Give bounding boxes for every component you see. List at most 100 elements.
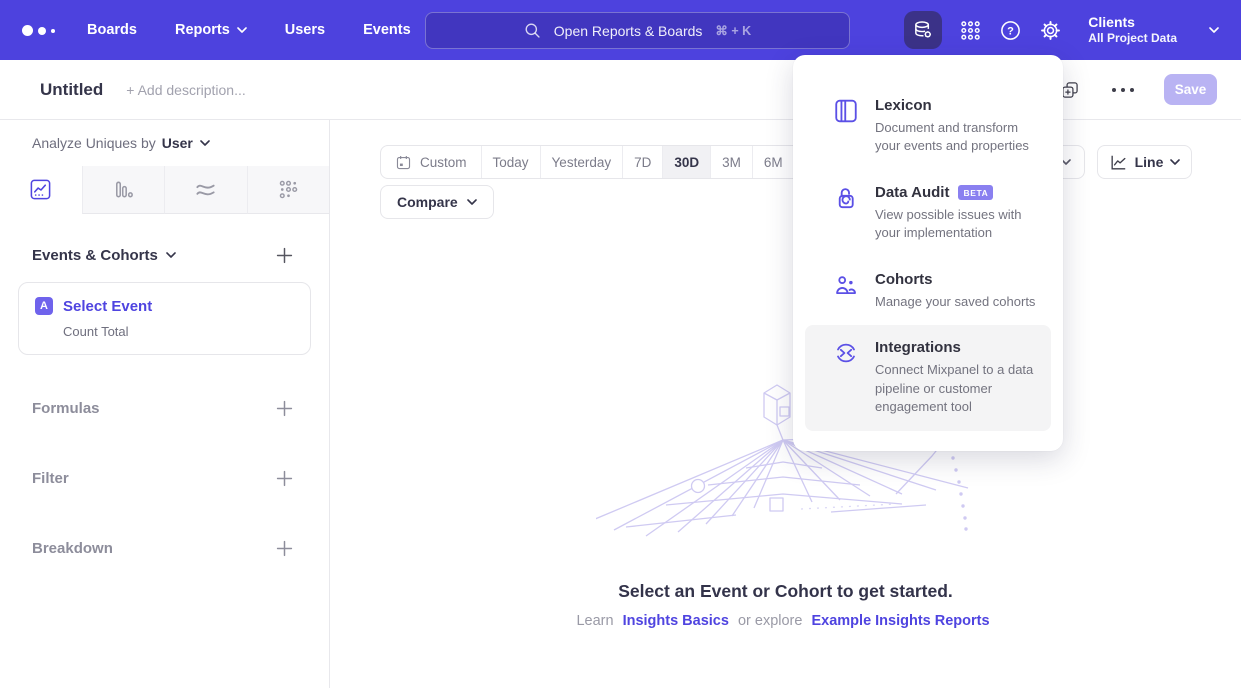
- empty-state-title: Select an Event or Cohort to get started…: [330, 581, 1241, 602]
- project-switcher[interactable]: Clients All Project Data: [1088, 13, 1177, 47]
- compare-button[interactable]: Compare: [380, 185, 494, 219]
- query-builder-sidebar: Analyze Uniques by User: [0, 120, 330, 688]
- select-event-label[interactable]: Select Event: [63, 298, 152, 315]
- empty-state-subtitle: Learn Insights Basics or explore Example…: [330, 613, 1241, 629]
- question-circle-icon: ?: [999, 19, 1022, 42]
- search-placeholder: Open Reports & Boards: [554, 23, 703, 39]
- range-custom[interactable]: Custom: [381, 146, 481, 178]
- analyze-label: Analyze Uniques by: [32, 135, 156, 151]
- chevron-down-icon: [1209, 27, 1219, 33]
- menu-item-description: Manage your saved cohorts: [875, 293, 1035, 311]
- example-reports-link[interactable]: Example Insights Reports: [811, 613, 989, 629]
- more-options-button[interactable]: [1112, 88, 1134, 92]
- global-search-input[interactable]: Open Reports & Boards ⌘ + K: [425, 12, 850, 49]
- search-shortcut-hint: ⌘ + K: [715, 23, 751, 38]
- project-name: Clients: [1088, 13, 1177, 31]
- duplicate-report-icon[interactable]: [1060, 80, 1080, 100]
- report-title[interactable]: Untitled: [40, 80, 103, 100]
- integrations-sync-icon: [833, 340, 859, 366]
- learn-prefix: Learn: [576, 613, 613, 629]
- event-letter-badge: A: [35, 297, 53, 315]
- formulas-label: Formulas: [32, 400, 100, 417]
- data-audit-lock-icon: [833, 185, 859, 211]
- menu-item-cohorts[interactable]: Cohorts Manage your saved cohorts: [793, 257, 1063, 325]
- menu-item-title: Data Audit: [875, 184, 949, 201]
- apps-grid-button[interactable]: [959, 19, 982, 42]
- nav-item-reports[interactable]: Reports: [175, 22, 247, 38]
- help-button[interactable]: ?: [999, 19, 1022, 42]
- cohorts-users-icon: [833, 272, 859, 298]
- filter-section: Filter: [0, 464, 329, 492]
- data-management-button[interactable]: [904, 11, 942, 49]
- lexicon-book-icon: [833, 98, 859, 124]
- range-6m[interactable]: 6M: [752, 146, 794, 178]
- metric-dots-icon: [277, 178, 300, 201]
- report-actions: Save: [1060, 74, 1217, 105]
- menu-item-description: Document and transform your events and p…: [875, 119, 1045, 156]
- save-button[interactable]: Save: [1164, 74, 1217, 105]
- tab-metrics[interactable]: [247, 166, 330, 214]
- range-30d-selected[interactable]: 30D: [662, 146, 710, 178]
- chevron-down-icon: [467, 199, 477, 205]
- breakdown-section: Breakdown: [0, 534, 329, 562]
- select-event-card[interactable]: A Select Event Count Total: [18, 282, 311, 355]
- chart-type-dropdown[interactable]: Line: [1097, 145, 1192, 179]
- chevron-down-icon: [200, 140, 210, 146]
- search-icon: [524, 22, 541, 39]
- menu-item-data-audit[interactable]: Data Audit BETA View possible issues wit…: [793, 170, 1063, 257]
- add-event-button[interactable]: [276, 247, 293, 264]
- bar-chart-icon: [112, 178, 135, 201]
- add-breakdown-button[interactable]: [276, 540, 293, 557]
- menu-item-integrations[interactable]: Integrations Connect Mixpanel to a data …: [805, 325, 1051, 430]
- tab-stacked-chart[interactable]: [164, 166, 247, 214]
- range-today[interactable]: Today: [481, 146, 540, 178]
- line-chart-icon: [1109, 153, 1128, 172]
- tab-line-chart[interactable]: [0, 166, 82, 214]
- events-cohorts-header: Events & Cohorts: [0, 241, 329, 269]
- calendar-icon: [395, 154, 412, 171]
- formulas-section: Formulas: [0, 394, 329, 422]
- tab-bar-chart[interactable]: [82, 166, 165, 214]
- chart-canvas: Custom Today Yesterday 7D 30D 3M 6M 12M …: [330, 120, 1241, 688]
- explore-middle: or explore: [738, 613, 802, 629]
- database-gear-icon: [912, 19, 934, 41]
- breakdown-label: Breakdown: [32, 540, 113, 557]
- range-7d[interactable]: 7D: [622, 146, 662, 178]
- project-data-scope: All Project Data: [1088, 31, 1177, 47]
- mixpanel-logo-icon[interactable]: [22, 24, 55, 36]
- range-yesterday[interactable]: Yesterday: [540, 146, 623, 178]
- chevron-down-icon: [166, 252, 176, 258]
- nav-item-events[interactable]: Events: [363, 22, 411, 38]
- chevron-down-icon: [237, 27, 247, 33]
- menu-item-lexicon[interactable]: Lexicon Document and transform your even…: [793, 83, 1063, 170]
- top-navbar: Boards Reports Users Events Open Reports…: [0, 0, 1241, 60]
- add-description-field[interactable]: + Add description...: [126, 82, 245, 98]
- menu-item-description: Connect Mixpanel to a data pipeline or c…: [875, 361, 1041, 416]
- nav-item-boards[interactable]: Boards: [87, 22, 137, 38]
- nav-item-users[interactable]: Users: [285, 22, 325, 38]
- menu-item-title: Integrations: [875, 339, 1041, 356]
- gear-icon: [1039, 19, 1062, 42]
- range-3m[interactable]: 3M: [710, 146, 752, 178]
- beta-badge: BETA: [958, 185, 993, 200]
- add-formula-button[interactable]: [276, 400, 293, 417]
- chart-type-tabs: [0, 166, 329, 214]
- menu-item-description: View possible issues with your implement…: [875, 206, 1045, 243]
- filter-label: Filter: [32, 470, 69, 487]
- line-chart-icon: [29, 178, 52, 201]
- analyze-value: User: [162, 135, 193, 151]
- grid-dots-icon: [959, 19, 982, 42]
- settings-button[interactable]: [1039, 19, 1062, 42]
- navbar-right-cluster: ? Clients All Project Data: [904, 0, 1219, 60]
- add-filter-button[interactable]: [276, 470, 293, 487]
- count-total-selector[interactable]: Count Total: [63, 324, 294, 339]
- analyze-uniques-selector[interactable]: Analyze Uniques by User: [0, 120, 329, 166]
- events-cohorts-toggle[interactable]: Events & Cohorts: [32, 247, 176, 264]
- menu-item-title: Cohorts: [875, 271, 1035, 288]
- insights-basics-link[interactable]: Insights Basics: [623, 613, 729, 629]
- menu-item-title: Lexicon: [875, 97, 1045, 114]
- stacked-flow-icon: [194, 178, 217, 201]
- data-management-popover: Lexicon Document and transform your even…: [793, 55, 1063, 451]
- primary-nav: Boards Reports Users Events: [87, 22, 411, 38]
- chevron-down-icon: [1170, 159, 1180, 165]
